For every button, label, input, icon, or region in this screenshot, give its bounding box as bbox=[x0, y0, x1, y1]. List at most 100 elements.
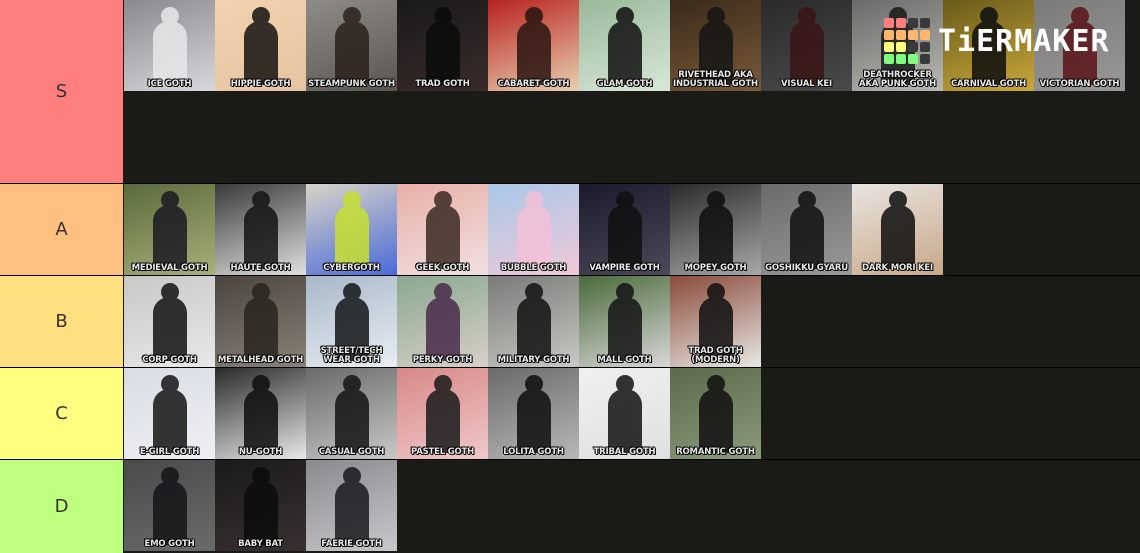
item-caption: Bubble Goth bbox=[500, 263, 567, 273]
tier-row-c: C E-Girl Goth Nu-Goth Casual Goth Pastel Got… bbox=[0, 368, 1140, 460]
item-caption: Trad Goth (Modern) bbox=[688, 346, 743, 365]
item-caption: Trad Goth bbox=[415, 79, 470, 89]
logo-text: TiERMAKER bbox=[938, 23, 1110, 59]
person-figure-icon bbox=[516, 191, 551, 269]
logo-grid-cell bbox=[920, 18, 930, 28]
tier-item-tile[interactable]: Corp Goth bbox=[124, 276, 215, 367]
person-figure-icon bbox=[607, 191, 642, 269]
tier-item-tile[interactable]: Nu-Goth bbox=[215, 368, 306, 459]
logo-grid-cell bbox=[908, 42, 918, 52]
tier-item-tile[interactable]: Steampunk Goth bbox=[306, 0, 397, 91]
item-caption: Medieval Goth bbox=[131, 263, 208, 273]
item-caption: Goshikku Gyaru bbox=[765, 263, 848, 273]
tier-item-tile[interactable]: Hippie Goth bbox=[215, 0, 306, 91]
tier-item-tile[interactable]: Mall Goth bbox=[579, 276, 670, 367]
tier-item-tile[interactable]: E-Girl Goth bbox=[124, 368, 215, 459]
tier-label-d[interactable]: D bbox=[0, 460, 124, 553]
person-figure-icon bbox=[516, 375, 551, 453]
person-figure-icon bbox=[880, 191, 915, 269]
tier-items: Corp Goth Metalhead Goth Street/Tech Wear … bbox=[124, 276, 1140, 367]
tier-item-tile[interactable]: Street/Tech Wear Goth bbox=[306, 276, 397, 367]
person-figure-icon bbox=[698, 191, 733, 269]
tier-item-tile[interactable]: Faerie Goth bbox=[306, 460, 397, 551]
tier-list-board: S Ice Goth Hippie Goth Steampunk Goth Trad G… bbox=[0, 0, 1140, 553]
tier-item-tile[interactable]: Visual Kei bbox=[761, 0, 852, 91]
item-caption: Dark Mori Kei bbox=[861, 263, 934, 273]
logo-grid-cell bbox=[920, 42, 930, 52]
item-caption: Geek Goth bbox=[415, 263, 470, 273]
tier-label-a[interactable]: A bbox=[0, 184, 124, 275]
tier-row-a: A Medieval Goth Haute Goth Cybergoth Geek Go… bbox=[0, 184, 1140, 276]
tier-item-tile[interactable]: Trad Goth bbox=[397, 0, 488, 91]
logo-grid-cell bbox=[908, 18, 918, 28]
tier-item-tile[interactable]: Casual Goth bbox=[306, 368, 397, 459]
tier-item-tile[interactable]: Bubble Goth bbox=[488, 184, 579, 275]
person-figure-icon bbox=[152, 7, 187, 85]
item-caption: E-Girl Goth bbox=[139, 447, 200, 457]
item-caption: Baby Bat bbox=[238, 539, 283, 549]
logo-grid-cell bbox=[896, 30, 906, 40]
tier-item-tile[interactable]: Mopey Goth bbox=[670, 184, 761, 275]
tier-item-tile[interactable]: Cabaret Goth bbox=[488, 0, 579, 91]
tier-item-tile[interactable]: Lolita Goth bbox=[488, 368, 579, 459]
tier-item-tile[interactable]: Goshikku Gyaru bbox=[761, 184, 852, 275]
logo-grid-cell bbox=[908, 54, 918, 64]
tier-item-tile[interactable]: Geek Goth bbox=[397, 184, 488, 275]
tier-item-tile[interactable]: Trad Goth (Modern) bbox=[670, 276, 761, 367]
tier-rows: S Ice Goth Hippie Goth Steampunk Goth Trad G… bbox=[0, 0, 1140, 553]
logo-grid-cell bbox=[908, 30, 918, 40]
item-caption: Carnival Goth bbox=[950, 79, 1027, 89]
person-figure-icon bbox=[334, 191, 369, 269]
logo-grid-cell bbox=[920, 30, 930, 40]
item-caption: Casual Goth bbox=[318, 447, 385, 457]
item-caption: Perky Goth bbox=[412, 355, 473, 365]
tier-label-b[interactable]: B bbox=[0, 276, 124, 367]
item-caption: Vampire Goth bbox=[589, 263, 660, 273]
item-caption: Metalhead Goth bbox=[217, 355, 304, 365]
tier-row-d: D Emo Goth Baby Bat Faerie Goth bbox=[0, 460, 1140, 553]
tier-item-tile[interactable]: Baby Bat bbox=[215, 460, 306, 551]
item-caption: Rivethead AKA Industrial Goth bbox=[673, 70, 758, 89]
logo-grid-cell bbox=[884, 18, 894, 28]
person-figure-icon bbox=[425, 375, 460, 453]
tier-label-s[interactable]: S bbox=[0, 0, 124, 183]
item-caption: Lolita Goth bbox=[503, 447, 564, 457]
person-figure-icon bbox=[243, 191, 278, 269]
tier-label-c[interactable]: C bbox=[0, 368, 124, 459]
item-caption: Romantic Goth bbox=[676, 447, 755, 457]
tier-item-tile[interactable]: Dark Mori Kei bbox=[852, 184, 943, 275]
tier-item-tile[interactable]: Emo Goth bbox=[124, 460, 215, 551]
item-caption: Cybergoth bbox=[323, 263, 380, 273]
tiermaker-logo[interactable]: TiERMAKER bbox=[884, 18, 1110, 64]
person-figure-icon bbox=[425, 191, 460, 269]
tier-item-tile[interactable]: Cybergoth bbox=[306, 184, 397, 275]
tier-item-tile[interactable]: Medieval Goth bbox=[124, 184, 215, 275]
logo-grid-cell bbox=[884, 42, 894, 52]
item-caption: Military Goth bbox=[497, 355, 570, 365]
tier-item-tile[interactable]: Haute Goth bbox=[215, 184, 306, 275]
tier-item-tile[interactable]: Ice Goth bbox=[124, 0, 215, 91]
tier-item-tile[interactable]: Pastel Goth bbox=[397, 368, 488, 459]
tier-item-tile[interactable]: Rivethead AKA Industrial Goth bbox=[670, 0, 761, 91]
tier-row-b: B Corp Goth Metalhead Goth Street/Tech Wear… bbox=[0, 276, 1140, 368]
logo-grid-cell bbox=[920, 54, 930, 64]
item-caption: Glam Goth bbox=[596, 79, 653, 89]
logo-grid-cell bbox=[896, 18, 906, 28]
tier-item-tile[interactable]: Military Goth bbox=[488, 276, 579, 367]
tier-item-tile[interactable]: Perky Goth bbox=[397, 276, 488, 367]
tier-items: E-Girl Goth Nu-Goth Casual Goth Pastel Goth… bbox=[124, 368, 1140, 459]
person-figure-icon bbox=[243, 283, 278, 361]
item-caption: Nu-Goth bbox=[238, 447, 283, 457]
tier-item-tile[interactable]: Romantic Goth bbox=[670, 368, 761, 459]
tier-item-tile[interactable]: Glam Goth bbox=[579, 0, 670, 91]
tier-item-tile[interactable]: Metalhead Goth bbox=[215, 276, 306, 367]
person-figure-icon bbox=[152, 467, 187, 545]
logo-grid-cell bbox=[896, 54, 906, 64]
item-caption: Hippie Goth bbox=[230, 79, 291, 89]
person-figure-icon bbox=[425, 283, 460, 361]
item-caption: Pastel Goth bbox=[410, 447, 475, 457]
person-figure-icon bbox=[607, 7, 642, 85]
tier-item-tile[interactable]: Vampire Goth bbox=[579, 184, 670, 275]
tier-items: Emo Goth Baby Bat Faerie Goth bbox=[124, 460, 1140, 553]
tier-item-tile[interactable]: Tribal Goth bbox=[579, 368, 670, 459]
